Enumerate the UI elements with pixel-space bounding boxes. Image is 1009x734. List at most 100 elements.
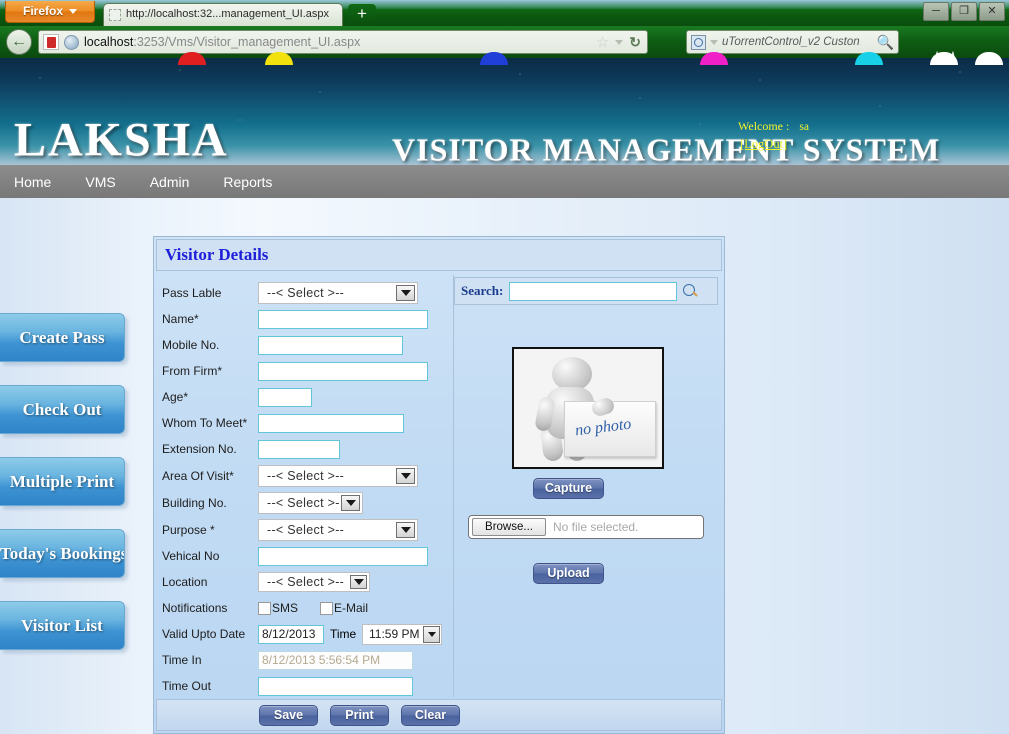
label-search: Search: [461, 283, 504, 298]
sidebar-item-multiple-print[interactable]: Multiple Print [0, 457, 125, 506]
field-row-whom-to-meet: Whom To Meet* [156, 410, 453, 436]
chevron-down-icon[interactable] [396, 467, 415, 484]
url-host: localhost [84, 35, 134, 49]
search-icon[interactable] [683, 283, 698, 299]
pass-lable-select[interactable]: --< Select >-- [258, 281, 418, 304]
mobile-no-input[interactable] [258, 335, 403, 355]
chevron-down-icon[interactable] [341, 494, 360, 511]
field-row-mobile-no: Mobile No. [156, 332, 453, 358]
browser-search-input[interactable]: uTorrentControl_v2 Custon [722, 36, 873, 48]
sidebar-item-create-pass[interactable]: Create Pass [0, 313, 125, 362]
chevron-down-icon[interactable] [396, 284, 415, 301]
field-row-extension-no: Extension No. [156, 436, 453, 462]
label-pass-lable: Pass Lable [162, 285, 222, 300]
browser-tab[interactable]: http://localhost:32...management_UI.aspx [103, 3, 343, 26]
minimize-button[interactable]: ─ [923, 2, 949, 21]
label-purpose: Purpose * [162, 522, 215, 537]
valid-upto-time-value: 11:59 PM [368, 627, 420, 641]
label-location: Location [162, 575, 208, 589]
building-no-select[interactable]: --< Select >- [258, 491, 363, 514]
restore-button[interactable]: ❐ [951, 2, 977, 21]
address-bar[interactable]: localhost:3253/Vms/Visitor_management_UI… [38, 30, 648, 54]
label-email: E-Mail [334, 601, 369, 615]
from-firm-input[interactable] [258, 361, 428, 381]
form-column: Pass Lable --< Select >-- Name* Mobile N… [156, 273, 453, 697]
url-path: :3253/Vms/Visitor_management_UI.aspx [133, 35, 361, 49]
label-age: Age* [162, 390, 189, 404]
browser-titlebar: Firefox http://localhost:32...management… [0, 0, 1009, 26]
nav-item-home[interactable]: Home [14, 174, 71, 190]
field-row-building-no: Building No. --< Select >- [156, 489, 453, 516]
nav-item-admin[interactable]: Admin [150, 174, 210, 190]
firefox-menu-button[interactable]: Firefox [5, 1, 95, 23]
sidebar: Create Pass Check Out Multiple Print Tod… [0, 198, 125, 673]
search-engine-icon[interactable] [691, 34, 706, 50]
close-button[interactable]: ✕ [979, 2, 1005, 21]
field-row-vehical-no: Vehical No [156, 543, 453, 569]
search-go-icon[interactable]: 🔍 [877, 34, 894, 51]
nav-item-reports[interactable]: Reports [223, 174, 292, 190]
chevron-down-icon[interactable] [350, 575, 367, 589]
area-of-visit-select[interactable]: --< Select >-- [258, 464, 418, 487]
extension-no-input[interactable] [258, 439, 340, 459]
label-name: Name* [162, 312, 199, 326]
window-controls: ─ ❐ ✕ [923, 2, 1005, 21]
pass-lable-value: --< Select >-- [267, 285, 345, 300]
age-input[interactable] [258, 387, 312, 407]
email-checkbox[interactable] [320, 601, 334, 615]
whom-to-meet-input[interactable] [258, 413, 404, 433]
valid-upto-date-input[interactable] [258, 624, 324, 644]
sidebar-item-todays-bookings[interactable]: Today's Bookings [0, 529, 125, 578]
chevron-down-icon[interactable] [423, 625, 441, 643]
browser-chrome: Firefox http://localhost:32...management… [0, 0, 1009, 84]
chevron-down-icon[interactable] [615, 39, 624, 45]
tab-favicon-icon [109, 9, 121, 21]
save-button[interactable]: Save [259, 704, 318, 726]
file-status-text: No file selected. [553, 520, 639, 534]
chevron-down-icon [69, 9, 77, 15]
capture-button[interactable]: Capture [533, 478, 604, 499]
browse-button[interactable]: Browse... [472, 518, 546, 536]
welcome-box: Welcome : sa [LogOut] [738, 119, 809, 152]
clear-button[interactable]: Clear [401, 704, 460, 726]
new-tab-button[interactable]: + [348, 4, 376, 26]
bookmark-star-icon[interactable]: ☆ [596, 33, 609, 51]
sidebar-item-visitor-list[interactable]: Visitor List [0, 601, 125, 650]
label-mobile-no: Mobile No. [162, 338, 220, 352]
print-button[interactable]: Print [330, 704, 389, 726]
location-select[interactable]: --< Select >-- [258, 572, 370, 592]
browser-search-bar[interactable]: uTorrentControl_v2 Custon 🔍 [686, 30, 899, 54]
time-out-input[interactable] [258, 676, 413, 696]
label-extension-no: Extension No. [162, 442, 237, 456]
field-row-valid-upto: Valid Upto Date Time 11:59 PM [156, 621, 453, 647]
panel-columns: Pass Lable --< Select >-- Name* Mobile N… [156, 273, 724, 697]
visitor-photo-placeholder: no photo [512, 347, 664, 469]
file-upload-row[interactable]: Browse... No file selected. [468, 515, 704, 539]
search-input[interactable] [509, 281, 678, 301]
reload-icon[interactable]: ↻ [629, 34, 641, 51]
nav-item-vms[interactable]: VMS [85, 174, 135, 190]
field-row-notifications: Notifications SMS E-Mail [156, 595, 453, 621]
area-of-visit-value: --< Select >-- [267, 468, 345, 483]
welcome-line: Welcome : sa [738, 119, 809, 134]
upload-button[interactable]: Upload [533, 563, 604, 584]
main-navigation: Home VMS Admin Reports [0, 165, 1009, 198]
vehical-no-input[interactable] [258, 546, 428, 566]
visitor-details-panel: Visitor Details Pass Lable --< Select >-… [153, 236, 725, 734]
logout-link[interactable]: [LogOut] [740, 137, 787, 152]
sidebar-item-check-out[interactable]: Check Out [0, 385, 125, 434]
valid-upto-time-select[interactable]: 11:59 PM [362, 623, 443, 645]
field-row-name: Name* [156, 306, 453, 332]
app-banner: LAKSHA VISITOR MANAGEMENT SYSTEM Welcome… [0, 58, 1009, 165]
back-button[interactable]: ← [6, 29, 32, 55]
field-row-age: Age* [156, 384, 453, 410]
sms-checkbox[interactable] [258, 601, 271, 615]
field-row-purpose: Purpose * --< Select >-- [156, 516, 453, 543]
time-in-input [258, 650, 413, 670]
chevron-down-icon[interactable] [710, 39, 718, 45]
purpose-select[interactable]: --< Select >-- [258, 518, 418, 541]
app-logo: LAKSHA [14, 113, 229, 166]
app-title: VISITOR MANAGEMENT SYSTEM [392, 131, 941, 166]
chevron-down-icon[interactable] [396, 521, 415, 538]
name-input[interactable] [258, 309, 428, 329]
